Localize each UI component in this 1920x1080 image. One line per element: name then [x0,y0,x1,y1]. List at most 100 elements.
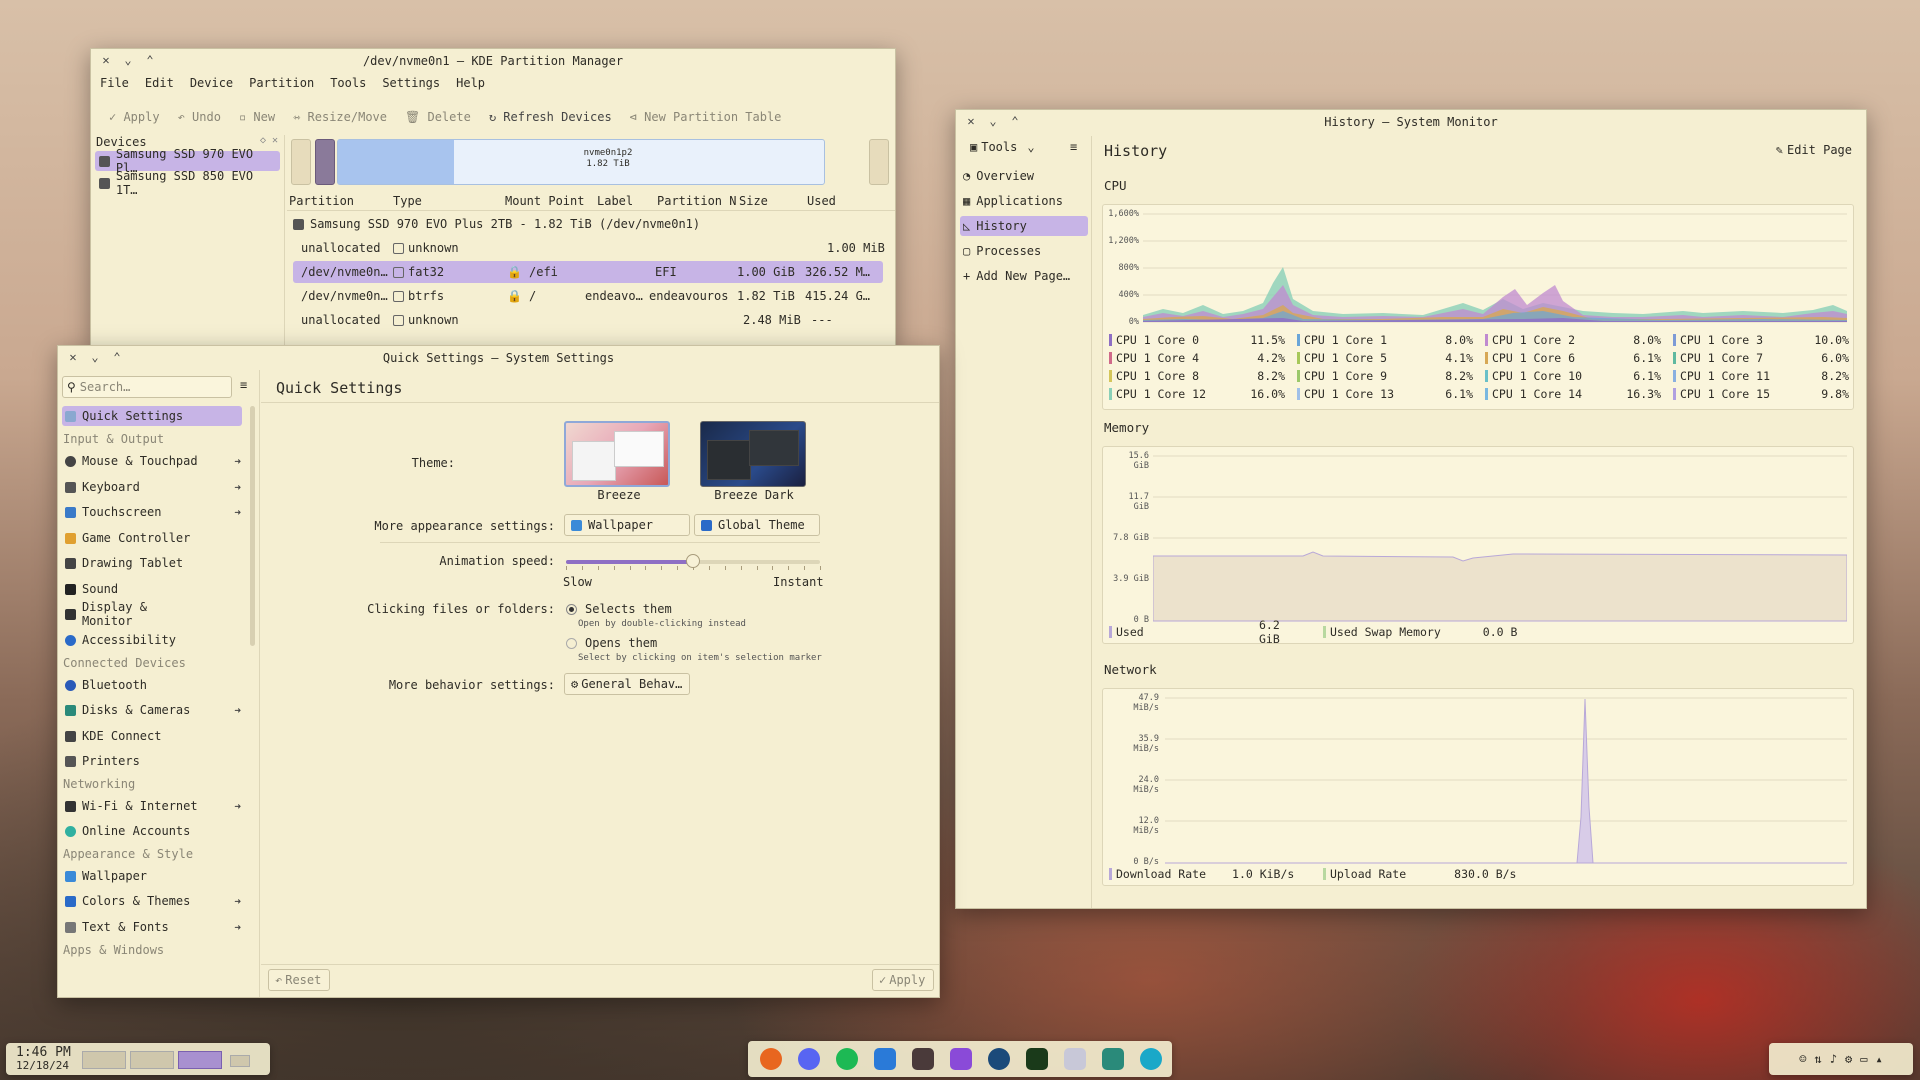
steam-icon[interactable] [988,1048,1010,1070]
menu-help[interactable]: Help [456,76,485,96]
column-header[interactable]: Partition [289,194,354,208]
virtual-desktop-3[interactable] [178,1051,222,1069]
sidebar-item-mouse[interactable]: Mouse & Touchpad ➜ [62,451,247,471]
resize-move-button[interactable]: ⇿ Resize/Move [293,110,387,124]
selects-them-radio[interactable]: Selects them [566,602,672,616]
nav-processes[interactable]: ▢ Processes [960,241,1102,261]
delete-button[interactable]: 🗑 Delete [405,110,471,124]
hamburger-menu-icon[interactable]: ≡ [1070,140,1077,154]
maximize-icon[interactable]: ⌃ [1008,114,1022,128]
column-header[interactable]: Label [597,194,633,208]
titlebar[interactable]: History — System Monitor [956,110,1866,134]
device-item[interactable]: Samsung SSD 970 EVO Pl… [95,147,280,175]
virtual-desktop-1[interactable] [82,1051,126,1069]
sidebar-item-kde-connect[interactable]: KDE Connect [62,726,204,746]
sidebar-item-text-fonts[interactable]: Text & Fonts ➜ [62,917,247,937]
sidebar-item-printers[interactable]: Printers [62,751,204,771]
sidebar-scrollbar[interactable] [250,406,255,646]
settings-icon[interactable]: ⚙ [1845,1052,1852,1066]
sidebar-item-game-controller[interactable]: Game Controller [62,528,204,548]
sidebar-item-touchscreen[interactable]: Touchscreen ➜ [62,502,247,522]
titlebar[interactable]: Quick Settings — System Settings [58,346,939,370]
partition-segment[interactable] [315,139,335,185]
sidebar-item-accessibility[interactable]: Accessibility [62,630,204,650]
nav-history[interactable]: ◺ History [960,216,1088,236]
hamburger-menu-icon[interactable]: ≡ [240,378,247,392]
column-header[interactable]: Size [739,194,768,208]
slider-handle[interactable] [686,554,700,568]
titlebar[interactable]: /dev/nvme0n1 — KDE Partition Manager [91,49,895,73]
new-button[interactable]: ▫ New [239,110,275,124]
menu-tools[interactable]: Tools [330,76,366,96]
global-theme-button[interactable]: Global Theme [694,514,820,536]
sidebar-item-bluetooth[interactable]: Bluetooth [62,675,204,695]
maximize-icon[interactable]: ⌃ [110,350,124,364]
sidebar-item-online-accounts[interactable]: Online Accounts [62,821,204,841]
virtual-desktop-2[interactable] [130,1051,174,1069]
maximize-icon[interactable]: ⌃ [143,53,157,67]
partition-segment-main[interactable]: nvme0n1p2 1.82 TiB [337,139,825,185]
refresh-devices-button[interactable]: ↻ Refresh Devices [489,110,612,124]
table-row[interactable]: /dev/nvme0n… btrfs 🔒 / endeavo… endeavou… [287,285,887,307]
clock[interactable]: 1:46 PM 12/18/24 [16,1046,71,1072]
display-icon[interactable]: ▭ [1860,1052,1867,1066]
firefox-icon[interactable] [760,1048,782,1070]
close-icon[interactable]: ✕ [99,53,113,67]
settings-app-icon[interactable] [1102,1048,1124,1070]
apply-button[interactable]: ✓ Apply [109,110,160,124]
column-header[interactable]: Type [393,194,422,208]
menu-file[interactable]: File [100,76,129,96]
spotify-icon[interactable] [836,1048,858,1070]
theme-breeze-thumb[interactable] [564,421,670,487]
sidebar-item-drawing-tablet[interactable]: Drawing Tablet [62,553,204,573]
wallpaper-button[interactable]: Wallpaper [564,514,690,536]
table-row[interactable]: unallocated unknown 1.00 MiB --- [287,237,887,259]
column-header[interactable]: Partition N [657,194,736,208]
column-header[interactable]: Mount Point [505,194,584,208]
partition-manager-icon[interactable] [1064,1048,1086,1070]
animation-speed-slider[interactable] [566,554,821,570]
nav-applications[interactable]: ▦ Applications [960,191,1102,211]
edit-page-button[interactable]: ✎ Edit Page [1776,143,1852,157]
table-row[interactable]: unallocated unknown 2.48 MiB --- [287,309,887,331]
discord-icon[interactable] [798,1048,820,1070]
opens-them-radio[interactable]: Opens them [566,636,657,650]
new-partition-table-button[interactable]: ⊲ New Partition Table [630,110,782,124]
menu-edit[interactable]: Edit [145,76,174,96]
column-header[interactable]: Used [807,194,836,208]
menu-partition[interactable]: Partition [249,76,314,96]
search-input[interactable]: ⚲ Search… [62,376,232,398]
partition-segment[interactable] [291,139,311,185]
proton-icon[interactable] [950,1048,972,1070]
sidebar-item-quick-settings[interactable]: Quick Settings [62,406,242,426]
sidebar-item-keyboard[interactable]: Keyboard ➜ [62,477,247,497]
minimize-icon[interactable]: ⌄ [121,53,135,67]
close-icon[interactable]: ✕ [964,114,978,128]
table-row[interactable]: /dev/nvme0n… fat32 🔒 /efi EFI 1.00 GiB 3… [293,261,883,283]
discord-tray-icon[interactable]: ☺ [1799,1052,1806,1066]
network-icon[interactable]: ⇅ [1815,1052,1822,1066]
panel-controls-icon[interactable]: ◇ ✕ [260,135,278,146]
file-manager-icon[interactable] [874,1048,896,1070]
system-settings-icon[interactable] [1140,1048,1162,1070]
device-item[interactable]: Samsung SSD 850 EVO 1T… [95,169,280,197]
menu-device[interactable]: Device [190,76,233,96]
volume-icon[interactable]: ♪ [1830,1052,1837,1066]
show-desktop-button[interactable] [230,1055,250,1067]
sidebar-item-sound[interactable]: Sound [62,579,204,599]
minimize-icon[interactable]: ⌄ [88,350,102,364]
terminal-icon[interactable] [912,1048,934,1070]
nav-overview[interactable]: ◔ Overview [960,166,1102,186]
menu-settings[interactable]: Settings [382,76,440,96]
general-behavior-button[interactable]: ⚙ General Behav… [564,673,690,695]
nav-add-page[interactable]: + Add New Page… [960,266,1102,286]
theme-breeze-dark-thumb[interactable] [700,421,806,487]
tools-menu-button[interactable]: ▣ Tools ⌄ [970,140,1035,154]
undo-button[interactable]: ↶ Undo [178,110,221,124]
sidebar-item-wallpaper[interactable]: Wallpaper [62,866,204,886]
sidebar-item-disks[interactable]: Disks & Cameras ➜ [62,700,247,720]
close-icon[interactable]: ✕ [66,350,80,364]
minimize-icon[interactable]: ⌄ [986,114,1000,128]
system-monitor-icon[interactable] [1026,1048,1048,1070]
reset-button[interactable]: ↶ Reset [268,969,330,991]
